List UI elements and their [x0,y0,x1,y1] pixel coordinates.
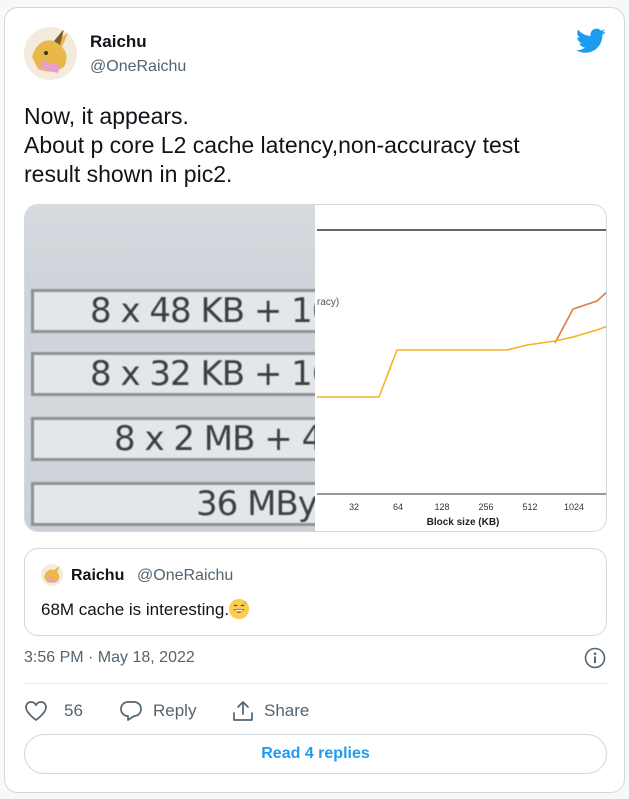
x-tick-label: 512 [522,502,537,512]
info-icon[interactable] [584,647,606,669]
twitter-bird-icon[interactable] [576,28,606,54]
tweet-timestamp[interactable]: 3:56 PM · May 18, 2022 [24,649,195,667]
grinning-sweat-emoji-icon [229,599,250,619]
photo-text-row: 36 MByt [31,482,315,526]
x-tick-label: 32 [349,502,359,512]
author-handle[interactable]: @OneRaichu [90,58,186,76]
x-tick-label: 128 [434,502,449,512]
x-tick-label: 1024 [564,502,584,512]
quoted-author-name: Raichu [71,567,125,584]
legend-fragment: racy) [317,297,339,308]
tweet-media: 8 x 48 KB + 16 8 x 32 KB + 16 8 x 2 MB +… [24,204,607,532]
tweet-line-3: result shown in pic2. [24,161,233,187]
quoted-tweet-text: 68M cache is interesting. [41,599,250,620]
author-avatar[interactable] [24,27,77,80]
media-photo-1[interactable]: 8 x 48 KB + 16 8 x 32 KB + 16 8 x 2 MB +… [25,205,315,531]
heart-icon [25,701,47,722]
media-photo-2[interactable]: racy) 32 64 128 256 512 1024 Block size … [317,205,606,531]
tweet-text: Now, it appears. About p core L2 cache l… [24,102,604,189]
quoted-author-avatar [41,564,63,586]
like-button[interactable]: 56 [24,696,83,726]
photo-text-row: 8 x 2 MB + 4 [31,417,315,461]
quoted-author-handle: @OneRaichu [137,567,234,584]
reply-button[interactable]: Reply [119,696,196,726]
share-button[interactable]: Share [232,696,309,726]
x-tick-label: 64 [393,502,403,512]
quoted-tweet[interactable]: Raichu @OneRaichu 68M cache is interesti… [24,548,607,636]
share-icon [233,701,253,721]
photo-text-row: 8 x 48 KB + 16 [31,289,315,333]
read-replies-button[interactable]: Read 4 replies [24,734,607,774]
x-tick-label: 256 [478,502,493,512]
tweet-line-2: About p core L2 cache latency,non-accura… [24,132,520,158]
reply-label: Reply [153,701,197,720]
series-yellow [317,325,606,398]
photo-text-row: 8 x 32 KB + 16 [31,352,315,396]
divider [24,683,607,684]
tweet-card: Raichu @OneRaichu Now, it appears. About… [4,7,625,793]
quoted-text: 68M cache is interesting. [41,600,230,619]
like-count: 56 [64,701,83,720]
author-name[interactable]: Raichu [90,32,147,52]
tweet-line-1: Now, it appears. [24,103,189,129]
x-axis-label: Block size (KB) [427,517,500,528]
reply-icon [120,701,142,721]
share-label: Share [264,701,310,720]
